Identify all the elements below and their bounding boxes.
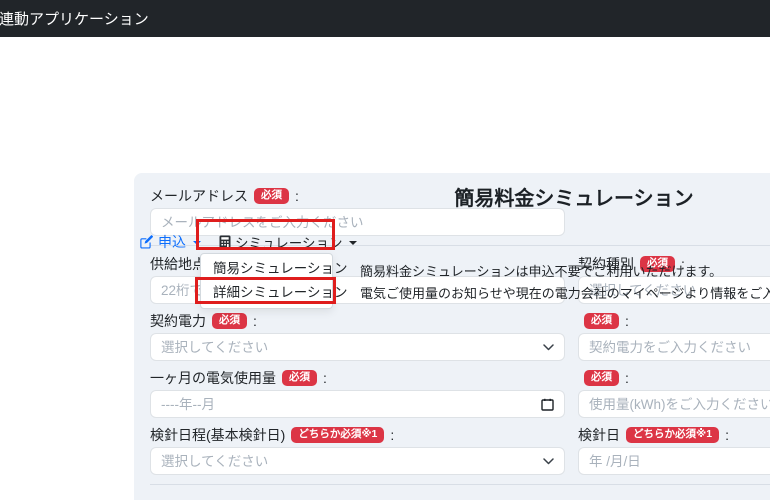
caret-down-icon bbox=[349, 241, 358, 245]
intro-line-2: 電気ご使用量のお知らせや現在の電力会社のマイページより情報をご入力ください。 bbox=[360, 286, 770, 301]
field-meter-reading-schedule: 検針日程(基本検針日) どちらか必須※1 : bbox=[150, 426, 565, 475]
label-colon: : bbox=[725, 426, 729, 443]
meter-date-input[interactable] bbox=[589, 453, 770, 469]
field-meter-reading-date: 検針日 どちらか必須※1 : bbox=[578, 426, 770, 475]
field-label: 検針日 bbox=[578, 426, 620, 443]
required-badge: 必須 bbox=[584, 369, 619, 386]
intro-line-1: 簡易料金シミュレーションは申込不要でご利用いただけます。 bbox=[360, 264, 723, 279]
required-badge: 必須 bbox=[212, 312, 247, 329]
simulation-label: シミュレーション bbox=[235, 236, 343, 251]
calendar-icon[interactable] bbox=[541, 398, 554, 411]
chevron-down-icon bbox=[543, 343, 554, 350]
chevron-down-icon bbox=[543, 457, 554, 464]
calculator-icon bbox=[219, 235, 231, 249]
usage-kwh-input[interactable] bbox=[589, 396, 770, 412]
simulation-form-card: メールアドレス 必須 : 供給地点特定番号 必須 : bbox=[134, 173, 770, 500]
usage-kwh-input-shell bbox=[578, 390, 770, 418]
either-required-badge: どちらか必須※1 bbox=[626, 426, 720, 443]
section-divider bbox=[150, 484, 770, 485]
intro-text: 簡易料金シミュレーションは申込不要でご利用いただけます。 電気ご使用量のお知らせ… bbox=[360, 261, 770, 305]
label-colon: : bbox=[625, 312, 629, 329]
field-usage-kwh: 必須 : bbox=[578, 369, 770, 418]
usage-month-input[interactable] bbox=[161, 396, 535, 412]
meter-schedule-input[interactable] bbox=[161, 453, 537, 469]
app-brand[interactable]: 連動アプリケーション bbox=[0, 8, 149, 29]
menu-item-detailed-simulation[interactable]: 詳細シミュレーション bbox=[201, 281, 347, 305]
either-required-badge: どちらか必須※1 bbox=[291, 426, 385, 443]
simulation-dropdown-menu: 簡易シミュレーション 詳細シミュレーション bbox=[200, 253, 347, 309]
required-badge: 必須 bbox=[584, 312, 619, 329]
field-label: 契約電力 bbox=[150, 312, 206, 329]
meter-date-input-shell bbox=[578, 447, 770, 475]
label-colon: : bbox=[390, 426, 395, 443]
pencil-square-icon bbox=[140, 235, 154, 249]
contract-power-input-shell bbox=[578, 333, 770, 361]
apply-label: 申込 bbox=[158, 234, 186, 250]
caret-down-icon bbox=[193, 241, 201, 245]
apply-dropdown-toggle[interactable]: 申込 bbox=[140, 232, 201, 252]
label-colon: : bbox=[625, 369, 629, 386]
required-badge: 必須 bbox=[282, 369, 317, 386]
main-content: 簡易料金シミュレーション 申込 シミュレーション 簡易シミュレーション 詳細シミ… bbox=[134, 173, 770, 500]
usage-month-picker[interactable] bbox=[150, 390, 565, 418]
field-contract-power-select: 契約電力 必須 : bbox=[150, 312, 565, 361]
field-label: 一ヶ月の電気使用量 bbox=[150, 369, 276, 386]
top-navbar: 連動アプリケーション bbox=[0, 0, 770, 37]
menu-item-simple-simulation[interactable]: 簡易シミュレーション bbox=[201, 257, 347, 281]
contract-power-input[interactable] bbox=[589, 339, 770, 355]
field-contract-power-value: 必須 : bbox=[578, 312, 770, 361]
field-label: 検針日程(基本検針日) bbox=[150, 426, 286, 443]
label-colon: : bbox=[253, 312, 257, 329]
meter-schedule-select[interactable] bbox=[150, 447, 565, 475]
field-monthly-usage-month: 一ヶ月の電気使用量 必須 : bbox=[150, 369, 565, 418]
contract-power-select[interactable] bbox=[150, 333, 565, 361]
page-title: 簡易料金シミュレーション bbox=[454, 188, 694, 210]
label-colon: : bbox=[323, 369, 327, 386]
contract-power-select-input[interactable] bbox=[161, 339, 537, 355]
